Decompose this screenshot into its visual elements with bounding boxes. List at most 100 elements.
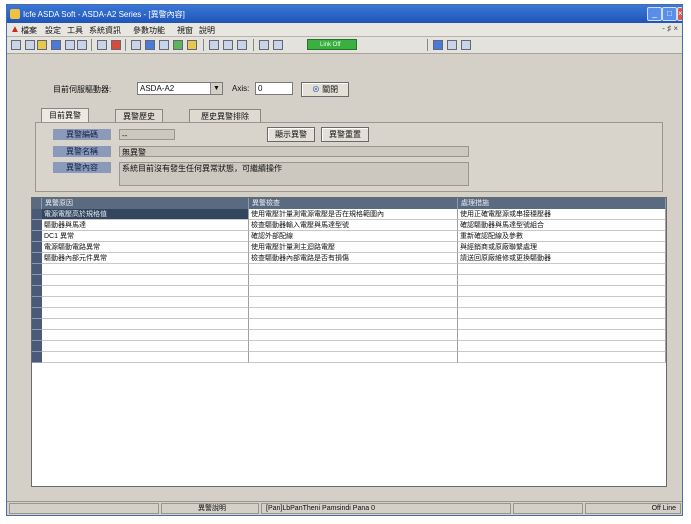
table-cell[interactable] xyxy=(42,297,249,308)
row-selector[interactable] xyxy=(32,286,42,297)
menu-settings[interactable]: 設定 xyxy=(45,25,61,36)
tile-icon[interactable] xyxy=(447,40,457,50)
row-selector[interactable] xyxy=(32,297,42,308)
table-cell[interactable] xyxy=(458,286,666,297)
menu-tools[interactable]: 工具 xyxy=(67,25,83,36)
open-icon[interactable] xyxy=(37,40,47,50)
table-cell[interactable] xyxy=(249,264,458,275)
table-cell[interactable] xyxy=(458,352,666,363)
axis-field[interactable]: 0 xyxy=(255,82,293,95)
table-cell[interactable]: 請送回原廠維修或更換驅動器 xyxy=(458,253,666,264)
column-header-check[interactable]: 異警檢查 xyxy=(249,198,458,209)
tab-alarm-history[interactable]: 異警歷史 xyxy=(115,109,163,123)
save-icon[interactable] xyxy=(25,40,35,50)
table-cell[interactable] xyxy=(249,330,458,341)
table-cell[interactable] xyxy=(249,308,458,319)
row-selector[interactable] xyxy=(32,220,42,231)
table-cell[interactable]: 使用正確電壓源或串接穩壓器 xyxy=(458,209,666,220)
row-selector[interactable] xyxy=(32,308,42,319)
table-cell[interactable] xyxy=(42,286,249,297)
menu-file[interactable]: 檔案 xyxy=(21,25,37,36)
table-cell[interactable]: 確認驅動器與馬達型號組合 xyxy=(458,220,666,231)
tab-alarm-troubleshoot[interactable]: 歷史異警排除 xyxy=(189,109,261,123)
table-cell[interactable] xyxy=(42,275,249,286)
row-selector[interactable] xyxy=(32,253,42,264)
row-selector[interactable] xyxy=(32,341,42,352)
table-cell[interactable] xyxy=(458,308,666,319)
tab-current-alarm[interactable]: 目前異警 xyxy=(41,108,89,123)
row-selector[interactable] xyxy=(32,330,42,341)
cascade-icon[interactable] xyxy=(461,40,471,50)
menu-window[interactable]: 視窗 xyxy=(177,25,193,36)
table-cell[interactable] xyxy=(458,341,666,352)
table-cell[interactable] xyxy=(458,297,666,308)
monitor-icon[interactable] xyxy=(65,40,75,50)
row-selector[interactable] xyxy=(32,319,42,330)
menu-help[interactable]: 說明 xyxy=(199,25,215,36)
show-alarm-button[interactable]: 顯示異警 xyxy=(267,127,315,142)
table-cell[interactable]: 電源驅動電路異常 xyxy=(42,242,249,253)
alarm-troubleshoot-table[interactable]: 異警原因 異警檢查 處理措施 電源電壓高於規格值 使用電壓計量測電源電壓是否在規格… xyxy=(31,197,667,487)
drive-select[interactable]: ASDA-A2 ▼ xyxy=(137,82,223,95)
print-icon[interactable] xyxy=(273,40,283,50)
table-cell[interactable] xyxy=(42,341,249,352)
menu-system-info[interactable]: 系統資訊 xyxy=(89,25,121,36)
tuning-icon[interactable] xyxy=(145,40,155,50)
table-cell[interactable]: 使用電壓計量測電源電壓是否在規格範圍內 xyxy=(249,209,458,220)
table-cell[interactable] xyxy=(249,341,458,352)
row-selector[interactable] xyxy=(32,209,42,220)
table-cell[interactable] xyxy=(249,297,458,308)
scope-icon[interactable] xyxy=(131,40,141,50)
table-cell[interactable] xyxy=(42,264,249,275)
table-cell[interactable]: 重新確認配線及參數 xyxy=(458,231,666,242)
row-selector[interactable] xyxy=(32,275,42,286)
table-cell[interactable] xyxy=(249,286,458,297)
table-cell[interactable] xyxy=(249,275,458,286)
table-cell[interactable]: 電源電壓高於規格值 xyxy=(42,209,249,220)
column-header-cause[interactable]: 異警原因 xyxy=(42,198,249,209)
menu-parameters[interactable]: 參數功能 xyxy=(133,25,165,36)
chevron-down-icon[interactable]: ▼ xyxy=(210,83,222,94)
table-cell[interactable] xyxy=(42,352,249,363)
close-window-button[interactable]: × xyxy=(677,7,682,21)
table-cell[interactable] xyxy=(458,319,666,330)
row-selector[interactable] xyxy=(32,242,42,253)
table-cell[interactable] xyxy=(42,330,249,341)
alarm-icon[interactable] xyxy=(111,40,121,50)
table-cell[interactable]: DC1 異常 xyxy=(42,231,249,242)
table-cell[interactable]: 驅動器內部元件異常 xyxy=(42,253,249,264)
table-cell[interactable]: 確認外部配線 xyxy=(249,231,458,242)
table-cell[interactable] xyxy=(458,330,666,341)
row-selector[interactable] xyxy=(32,264,42,275)
table-cell[interactable]: 驅動器與馬達 xyxy=(42,220,249,231)
table-cell[interactable] xyxy=(458,264,666,275)
maximize-button[interactable]: □ xyxy=(662,7,677,21)
parameter-icon[interactable] xyxy=(77,40,87,50)
close-button[interactable]: ⊗ 關閉 xyxy=(301,82,349,97)
table-cell[interactable] xyxy=(249,319,458,330)
language-icon[interactable] xyxy=(259,40,269,50)
column-header-action[interactable]: 處理措施 xyxy=(458,198,666,209)
table-cell[interactable]: 檢查驅動器內部電路是否有損傷 xyxy=(249,253,458,264)
settings-icon[interactable] xyxy=(223,40,233,50)
search-icon[interactable] xyxy=(433,40,443,50)
row-selector[interactable] xyxy=(32,352,42,363)
jog-icon[interactable] xyxy=(173,40,183,50)
io-icon[interactable] xyxy=(159,40,169,50)
table-cell[interactable]: 與經銷商或原廠聯繫處理 xyxy=(458,242,666,253)
table-cell[interactable]: 檢查驅動器輸入電壓與馬達型號 xyxy=(249,220,458,231)
list-icon[interactable] xyxy=(97,40,107,50)
new-file-icon[interactable] xyxy=(11,40,21,50)
minimize-button[interactable]: _ xyxy=(647,7,662,21)
table-cell[interactable]: 使用電壓計量測主迴路電壓 xyxy=(249,242,458,253)
mdi-controls[interactable]: - ♯ × xyxy=(662,24,678,33)
reset-alarm-button[interactable]: 異警重置 xyxy=(321,127,369,142)
table-cell[interactable] xyxy=(458,275,666,286)
table-cell[interactable] xyxy=(42,308,249,319)
gear-icon[interactable] xyxy=(209,40,219,50)
row-selector[interactable] xyxy=(32,231,42,242)
help-icon[interactable] xyxy=(237,40,247,50)
connect-icon[interactable] xyxy=(51,40,61,50)
table-cell[interactable] xyxy=(42,319,249,330)
warning-icon[interactable] xyxy=(187,40,197,50)
